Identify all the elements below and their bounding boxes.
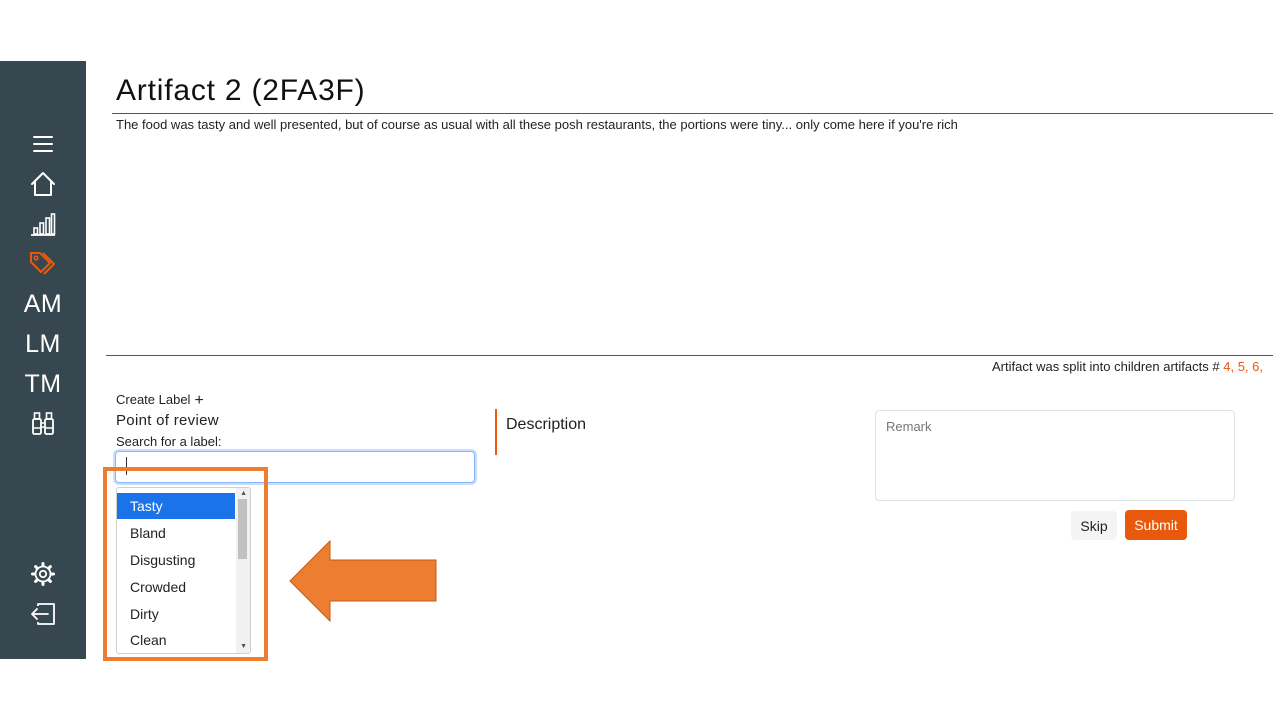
menu-icon [33,136,53,152]
description-heading: Description [506,416,587,433]
submit-button[interactable]: Submit [1125,510,1187,540]
dropdown-option-disgusting[interactable]: Disgusting [117,547,235,573]
sidebar: AM LM TM [0,61,86,659]
skip-button[interactable]: Skip [1071,511,1117,540]
dropdown-option-crowded[interactable]: Crowded [117,574,235,600]
section-divider [106,355,1273,356]
title-divider [112,113,1273,114]
bar-chart-icon [31,213,56,236]
artifact-text: The food was tasty and well presented, b… [116,117,958,132]
dropdown-option-tasty[interactable]: Tasty [117,493,235,519]
sidebar-item-home[interactable] [0,165,86,203]
dropdown-option-dirty[interactable]: Dirty [117,601,235,627]
sidebar-item-label: LM [25,329,61,358]
label-search-input[interactable] [115,451,475,483]
page-title: Artifact 2 (2FA3F) [116,74,366,107]
scroll-up-icon[interactable]: ▲ [240,490,247,498]
dropdown-option-clean[interactable]: Clean [117,627,235,653]
menu-button[interactable] [0,125,86,163]
label-dropdown-list[interactable]: Tasty Bland Disgusting Crowded Dirty Cle… [116,487,251,654]
annotation-arrow-icon [289,540,437,622]
create-label-button[interactable]: Create Label + [116,392,204,410]
binoculars-icon [32,412,54,435]
logout-icon [31,603,55,625]
dropdown-option-bland[interactable]: Bland [117,520,235,546]
text-cursor [126,457,127,475]
home-icon [31,172,55,196]
sidebar-item-settings[interactable] [0,555,86,593]
plus-icon: + [194,392,204,409]
label-category-heading: Point of review [116,412,219,429]
dropdown-scrollbar[interactable]: ▲ ▼ [236,488,250,653]
split-info: Artifact was split into children artifac… [992,359,1263,374]
create-label-text: Create Label [116,392,191,407]
sidebar-item-tm[interactable]: TM [0,365,86,403]
description-section: Description [495,409,586,455]
sidebar-item-label: AM [23,289,63,318]
sidebar-item-statistics[interactable] [0,205,86,243]
child-artifact-link[interactable]: 4, [1223,359,1234,374]
remark-field[interactable] [875,410,1235,501]
tags-icon [30,252,55,275]
sidebar-item-am[interactable]: AM [0,285,86,323]
scrollbar-thumb[interactable] [238,499,247,559]
child-artifact-link[interactable]: 5, [1238,359,1249,374]
sidebar-item-explore[interactable] [0,405,86,443]
sidebar-item-lm[interactable]: LM [0,325,86,363]
search-label-text: Search for a label: [116,434,222,449]
child-artifact-link[interactable]: 6, [1252,359,1263,374]
sidebar-item-logout[interactable] [0,595,86,633]
split-info-text: Artifact was split into children artifac… [992,359,1224,374]
scroll-down-icon[interactable]: ▼ [240,643,247,651]
sidebar-item-label: TM [24,369,62,398]
gear-icon [31,562,55,586]
sidebar-item-labels[interactable] [0,245,86,283]
